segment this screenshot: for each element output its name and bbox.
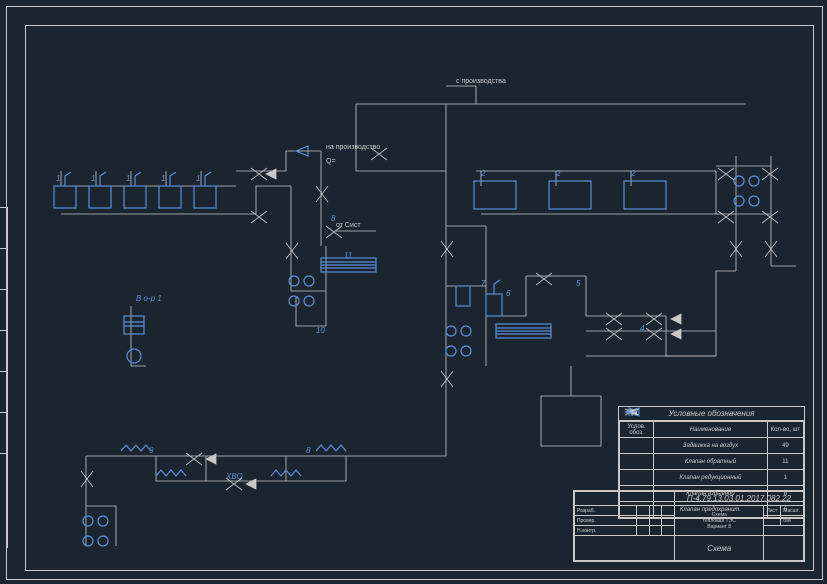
valve-icon xyxy=(646,313,662,325)
node-label: 10 xyxy=(316,326,325,335)
deaerator-icon xyxy=(321,258,376,272)
pump-icon xyxy=(83,516,108,526)
vessel-icon xyxy=(456,286,470,306)
node-label: 8 xyxy=(306,446,310,455)
boiler-row xyxy=(54,172,216,208)
valve-icon xyxy=(441,241,453,257)
node-label: 2 xyxy=(556,169,560,178)
node-label: 1 xyxy=(56,174,60,183)
valve-icon xyxy=(186,453,202,465)
hx-icon xyxy=(156,470,186,476)
legend-row: Клапан редукционный 1 xyxy=(620,470,804,486)
valve-icon xyxy=(316,186,328,202)
label-to-production: на производство xyxy=(326,144,380,151)
check-valves-group xyxy=(206,169,681,489)
valve-icon xyxy=(536,273,552,285)
node-label: 9 xyxy=(149,446,153,455)
tank-row xyxy=(474,181,666,209)
valve-icon xyxy=(251,168,267,180)
tb-project2: Схема xyxy=(674,536,763,561)
valve-icon xyxy=(646,328,662,340)
drawing-sheet: на производство с производства от Сист Q… xyxy=(6,6,823,580)
valve-icon xyxy=(718,211,734,223)
pump-icon xyxy=(83,536,108,546)
hx-icon xyxy=(316,445,346,451)
vessel-icon xyxy=(486,280,502,316)
node-label: 1 xyxy=(161,174,165,183)
tb-line3: Вариант 8 xyxy=(677,524,761,530)
legend-header: Кол-во, шт xyxy=(767,422,803,438)
valve-icon xyxy=(606,313,622,325)
valve-icon xyxy=(718,168,734,180)
valve-icon xyxy=(286,243,298,259)
node-label: 11 xyxy=(344,251,352,260)
node-label: 7 xyxy=(481,279,485,288)
pump-icon xyxy=(734,176,759,186)
node-label: 4 xyxy=(640,324,644,333)
valve-icon xyxy=(606,328,622,340)
drawing-number: П-4.79.13.03.01.2017.082.22 xyxy=(674,492,803,506)
pump-icon xyxy=(446,326,471,336)
drawing-frame: на производство с производства от Сист Q… xyxy=(25,25,814,571)
pump-icon xyxy=(289,276,314,286)
check-valve-icon xyxy=(671,329,681,339)
valve-icon xyxy=(441,371,453,387)
legend-row: Клапан обратный 11 xyxy=(620,454,804,470)
pump-icon xyxy=(289,296,314,306)
pump-icon xyxy=(446,346,471,356)
valve-icon xyxy=(251,211,267,223)
check-valve-icon xyxy=(671,314,681,324)
label-from-production: с производства xyxy=(456,78,506,85)
valve-icon xyxy=(762,168,778,180)
deaerator-icon xyxy=(496,324,551,338)
node-label: 6 xyxy=(506,289,510,298)
separator-icon xyxy=(124,316,144,363)
node-label: 5 xyxy=(576,279,580,288)
hx-icon xyxy=(121,445,151,451)
node-label: 2 xyxy=(481,169,485,178)
node-label: 1 xyxy=(126,174,130,183)
label-flow: Q= xyxy=(326,158,336,165)
check-valve-icon xyxy=(206,454,216,464)
check-valve-icon xyxy=(266,169,276,179)
side-stamp xyxy=(0,207,8,548)
node-label: 1 xyxy=(91,174,95,183)
safety-icon xyxy=(619,407,645,417)
node-label: 2 xyxy=(631,169,635,178)
node-label: 8 xyxy=(331,214,335,223)
legend-row: Задвижка на воздух 49 xyxy=(620,438,804,454)
label-hru: ХВО xyxy=(226,472,243,481)
legend-header: Наименование xyxy=(654,422,768,438)
node-label: 1 xyxy=(196,174,200,183)
pump-icon xyxy=(734,196,759,206)
label-from-cust: от Сист xyxy=(336,222,361,229)
label-vent: В о-р 1 xyxy=(136,294,162,303)
legend-title: Условные обозначения xyxy=(619,407,804,421)
valve-icon xyxy=(762,211,778,223)
legend-header: Услов. обоз. xyxy=(620,422,654,438)
check-valve-icon xyxy=(246,479,256,489)
schematic-drawing: на производство с производства от Сист Q… xyxy=(26,26,813,570)
title-block: П-4.79.13.03.01.2017.082.22 Разраб. Схем… xyxy=(573,490,805,562)
valve-icon xyxy=(81,471,93,487)
